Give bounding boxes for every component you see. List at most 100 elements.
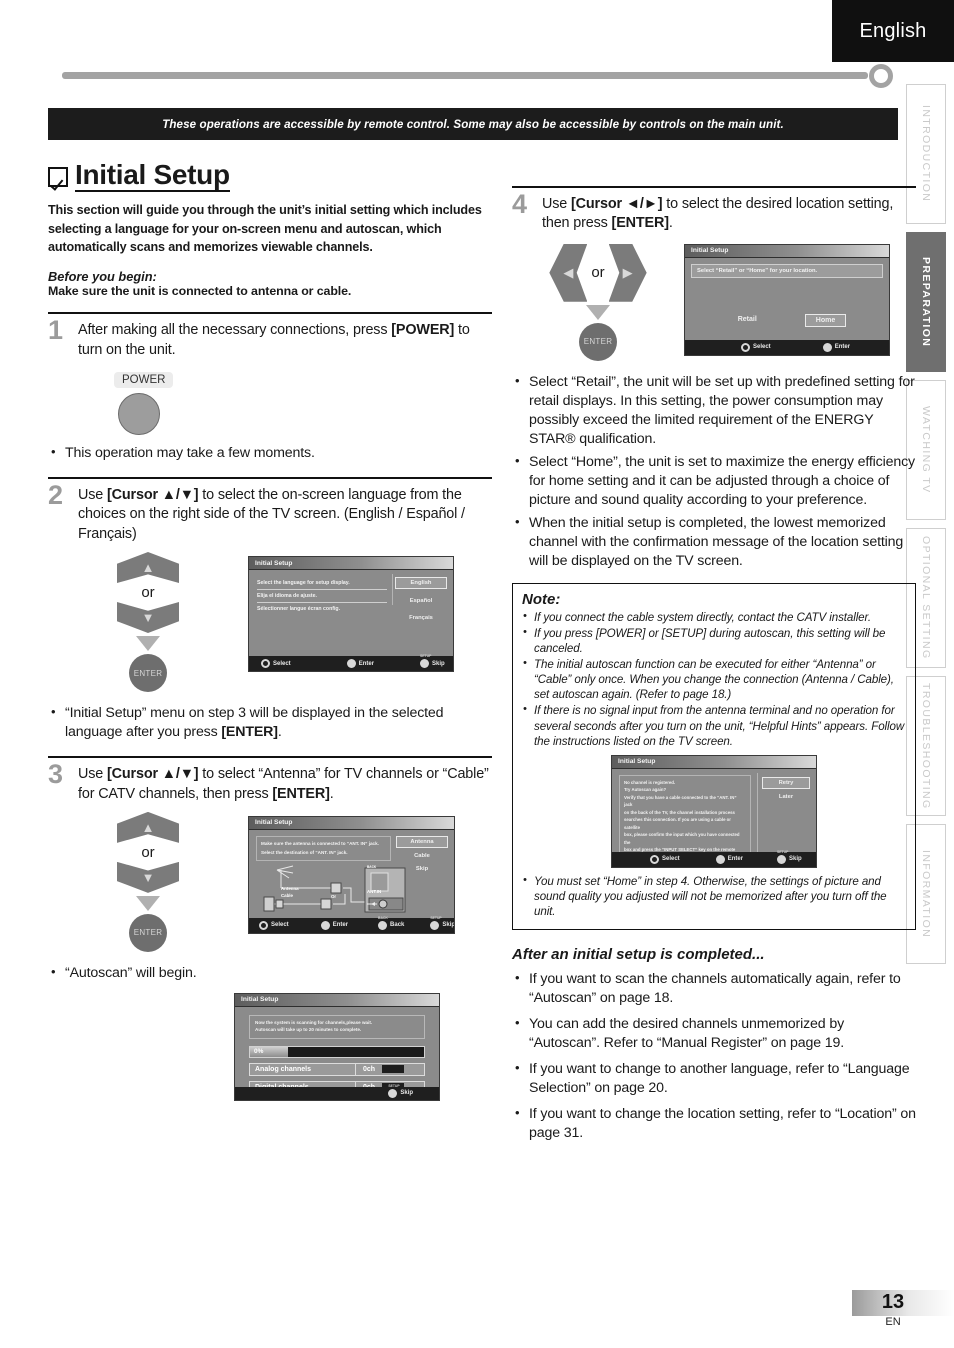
osd-option-retry[interactable]: Retry [762, 776, 810, 789]
after-setup-heading: After an initial setup is completed... [512, 945, 765, 963]
osd-option-cable[interactable]: Cable [396, 851, 448, 861]
note-items: If you connect the cable system directly… [522, 609, 906, 749]
page-title: Initial Setup [75, 160, 230, 193]
sidebar-item-label: TROUBLESHOOTING [920, 682, 932, 810]
step-key-enter: [ENTER] [272, 785, 330, 802]
enter-dot-icon [822, 342, 832, 352]
list-item: You can add the desired channels unmemor… [512, 1014, 916, 1053]
osd-line: Sélectionner langue écran config. [257, 606, 341, 613]
osd-footer-skip: SETUP Skip [777, 850, 802, 864]
enter-dot-icon [320, 920, 330, 930]
dpad-icon [261, 659, 270, 669]
page-language-code: EN [885, 1316, 901, 1328]
osd-footer-select: Select [650, 854, 680, 864]
osd-footer: Select Enter [685, 339, 889, 355]
osd-footer: Select Enter SETUP Skip [612, 850, 816, 867]
flow-arrow-icon [136, 895, 160, 911]
cursor-keys-figure-step3: ▲ or ▼ ENTER [48, 811, 248, 952]
list-item: If you want to change to another languag… [512, 1059, 916, 1098]
osd-option-list: English Español Français [395, 577, 447, 623]
flow-arrow-icon [136, 636, 160, 652]
osd-footer-enter: Enter [346, 659, 375, 669]
header-rule [62, 72, 868, 79]
osd-line: Now the system is scanning for channels,… [255, 1019, 373, 1025]
osd-footer-label: Enter [358, 660, 375, 667]
osd-title: Initial Setup [235, 993, 439, 1007]
list-item: If you connect the cable system directly… [522, 609, 906, 625]
osd-footer-label: Enter [727, 856, 744, 863]
osd-option-english[interactable]: English [395, 577, 447, 590]
osd-footer-mini-label: BACK [378, 915, 388, 920]
step-key-enter: [ENTER] [611, 215, 669, 232]
osd-scan-message: Now the system is scanning for channels,… [249, 1014, 425, 1039]
dpad-icon [259, 920, 268, 930]
osd-helpful-hints: Initial Setup No channel is registered. … [611, 754, 817, 868]
osd-line: Select the language for setup display. [257, 580, 350, 587]
osd-option-later[interactable]: Later [762, 792, 810, 802]
osd-footer-label: Select [273, 660, 291, 667]
diagram-label-cable: Cable [281, 892, 293, 898]
table-row: Analog channels 0ch [249, 1062, 425, 1076]
osd-option-francais[interactable]: Français [395, 613, 447, 623]
scan-progress-bar: 0% [249, 1045, 425, 1058]
scan-progress-fill: 0% [250, 1046, 289, 1057]
osd-line: Make sure the antenna is connected to “A… [261, 840, 379, 846]
osd-option-retail[interactable]: Retail [728, 314, 767, 327]
osd-title: Initial Setup [249, 557, 453, 571]
step-key-cursor-leftright: [Cursor ◄/►] [571, 196, 663, 213]
bullet-key-enter: [ENTER] [221, 724, 278, 741]
scan-progress-label: 0% [254, 1048, 264, 1056]
osd-option-home[interactable]: Home [804, 313, 847, 327]
step-2-bullets: “Initial Setup” menu on step 3 will be d… [48, 703, 492, 742]
osd-footer-label: Skip [442, 922, 455, 929]
step-2: 2 Use [Cursor ▲/▼] to select the on-scre… [48, 476, 492, 742]
step-text: Use [Cursor ◄/►] to select the desired l… [542, 195, 916, 234]
left-column: Initial Setup This section will guide yo… [48, 160, 492, 1101]
osd-location-select: Initial Setup Select “Retail” or “Home” … [684, 243, 890, 356]
cursor-down-icon: ▼ [117, 861, 179, 893]
dpad-icon [650, 854, 659, 864]
enter-dot-icon [715, 854, 725, 864]
sidebar-item-label: INFORMATION [920, 849, 932, 939]
diagram-label-back: BACK [367, 864, 377, 869]
banner-text: These operations are accessible by remot… [162, 117, 784, 131]
osd-footer: Select Enter SETUP Skip [249, 654, 453, 672]
diagram-label-antenna: Antenna [281, 885, 299, 891]
or-label: or [141, 843, 155, 861]
note-title: Note: [522, 591, 561, 609]
osd-footer-enter: Enter [822, 342, 850, 352]
osd-option-antenna[interactable]: Antenna [396, 835, 448, 848]
diagram-label-or: Or [331, 893, 337, 899]
osd-footer: Select Enter BACK Back SETUP Skip [249, 915, 455, 933]
step-divider [48, 476, 492, 480]
osd-option-list: Antenna Cable Skip [396, 835, 448, 874]
flow-arrow-icon [586, 304, 610, 320]
cursor-keys-figure-step2: ▲ or ▼ ENTER [48, 552, 248, 693]
power-button-label: POWER [114, 371, 174, 388]
cursor-keys-figure-step4: ◀ or ▶ ENTER [512, 243, 684, 361]
osd-footer-mini-label: SETUP [388, 1083, 400, 1088]
step-4-bullets: Select “Retail”, the unit will be set up… [512, 372, 916, 571]
setup-dot-icon [420, 659, 430, 669]
osd-option-skip[interactable]: Skip [396, 864, 448, 874]
step-text: Use [Cursor ▲/▼] to select “Antenna” for… [78, 765, 492, 804]
step-divider [48, 756, 492, 759]
language-tab-label: English [859, 19, 927, 42]
osd-footer-skip: SETUP Skip [388, 1084, 413, 1098]
checkbox-checked-icon [48, 167, 68, 187]
osd-footer-skip: SETUP Skip [430, 916, 455, 930]
cursor-lr-row: ◀ or ▶ [549, 243, 647, 302]
osd-line: on the back of the TV, the channel insta… [624, 809, 735, 815]
osd-line: box, please confirm the input which you … [624, 832, 740, 845]
setup-dot-icon [388, 1088, 398, 1098]
osd-option-espanol[interactable]: Español [395, 596, 447, 606]
osd-footer-label: Enter [332, 922, 349, 929]
osd-footer-label: Skip [400, 1090, 413, 1097]
power-button-icon [118, 392, 160, 435]
osd-footer-mini-label: SETUP [430, 915, 442, 920]
back-dot-icon [378, 920, 388, 930]
osd-title: Initial Setup [685, 244, 889, 258]
step-3: 3 Use [Cursor ▲/▼] to select “Antenna” f… [48, 756, 492, 1101]
step-text-part: Use [78, 487, 107, 504]
list-item: If you want to change the location setti… [512, 1104, 916, 1143]
